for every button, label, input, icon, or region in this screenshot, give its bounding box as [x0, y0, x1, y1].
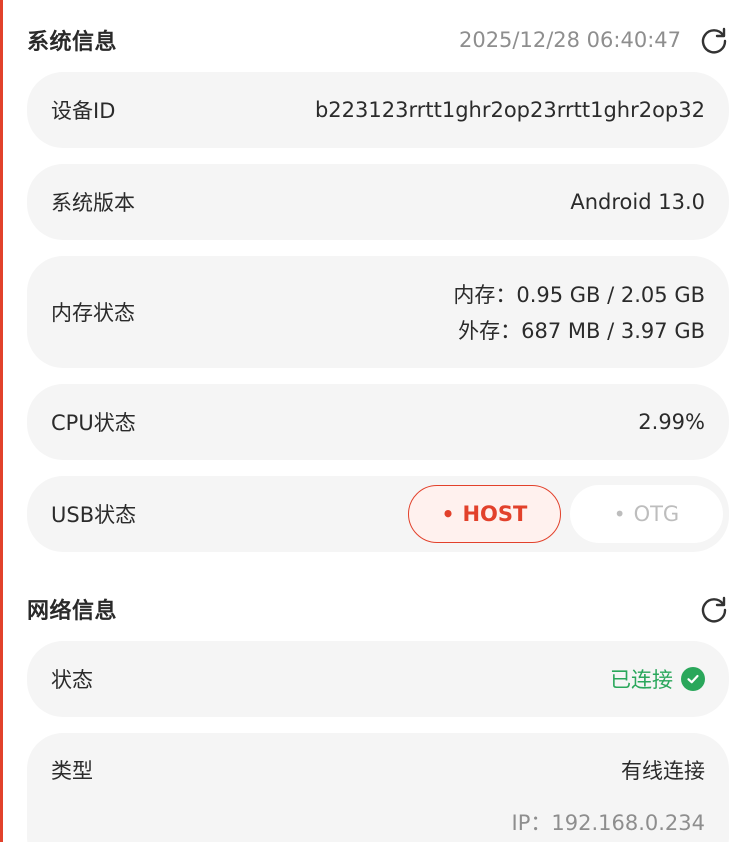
system-info-header: 系统信息 2025/12/28 06:40:47	[27, 20, 729, 60]
left-accent-edge	[0, 0, 3, 842]
device-id-row: 设备ID b223123rrtt1ghr2op23rrtt1ghr2op32	[27, 72, 729, 148]
device-id-label: 设备ID	[51, 99, 116, 123]
dot-icon: •	[441, 502, 455, 526]
device-info-page: 系统信息 2025/12/28 06:40:47 设备ID b223123rrt…	[0, 0, 743, 842]
refresh-icon	[701, 596, 727, 623]
network-refresh-button[interactable]	[699, 594, 729, 624]
network-type-value: 有线连接	[621, 759, 705, 783]
network-type-row: 类型 有线连接 IP：192.168.0.234	[27, 733, 729, 842]
usb-status-label: USB状态	[51, 503, 137, 527]
cpu-status-row: CPU状态 2.99%	[27, 384, 729, 460]
memory-values: 内存：0.95 GB / 2.05 GB 外存：687 MB / 3.97 GB	[453, 279, 705, 345]
network-info-header: 网络信息	[27, 589, 729, 629]
usb-host-option[interactable]: • HOST	[408, 485, 561, 543]
system-version-value: Android 13.0	[570, 190, 705, 214]
memory-external-value: 外存：687 MB / 3.97 GB	[458, 319, 705, 343]
refresh-icon	[701, 27, 727, 54]
device-id-value: b223123rrtt1ghr2op23rrtt1ghr2op32	[314, 98, 705, 122]
cpu-status-label: CPU状态	[51, 411, 136, 435]
network-status-row: 状态 已连接	[27, 641, 729, 717]
check-circle-icon	[681, 667, 705, 691]
network-status-label: 状态	[51, 668, 93, 692]
usb-mode-toggle: • HOST • OTG	[408, 485, 723, 543]
network-info-title: 网络信息	[27, 599, 118, 624]
memory-status-row: 内存状态 内存：0.95 GB / 2.05 GB 外存：687 MB / 3.…	[27, 256, 729, 368]
usb-status-row: USB状态 • HOST • OTG	[27, 476, 729, 552]
dot-icon: •	[613, 502, 626, 526]
system-info-title: 系统信息	[27, 30, 118, 55]
memory-internal-value: 内存：0.95 GB / 2.05 GB	[453, 283, 705, 307]
usb-otg-option[interactable]: • OTG	[570, 485, 723, 543]
system-timestamp: 2025/12/28 06:40:47	[458, 28, 681, 52]
system-refresh-button[interactable]	[699, 25, 729, 55]
system-info-header-right: 2025/12/28 06:40:47	[459, 25, 729, 55]
network-status-indicator: 已连接	[610, 664, 705, 694]
ip-address: IP：192.168.0.234	[511, 811, 706, 835]
network-type-label: 类型	[51, 759, 93, 783]
network-status-value: 已连接	[610, 668, 673, 692]
network-type-values: 有线连接 IP：192.168.0.234	[512, 755, 706, 837]
usb-host-label: HOST	[462, 502, 528, 526]
system-version-label: 系统版本	[51, 191, 135, 215]
memory-status-label: 内存状态	[51, 301, 135, 325]
system-version-row: 系统版本 Android 13.0	[27, 164, 729, 240]
usb-otg-label: OTG	[633, 502, 680, 526]
cpu-status-value: 2.99%	[638, 410, 705, 434]
